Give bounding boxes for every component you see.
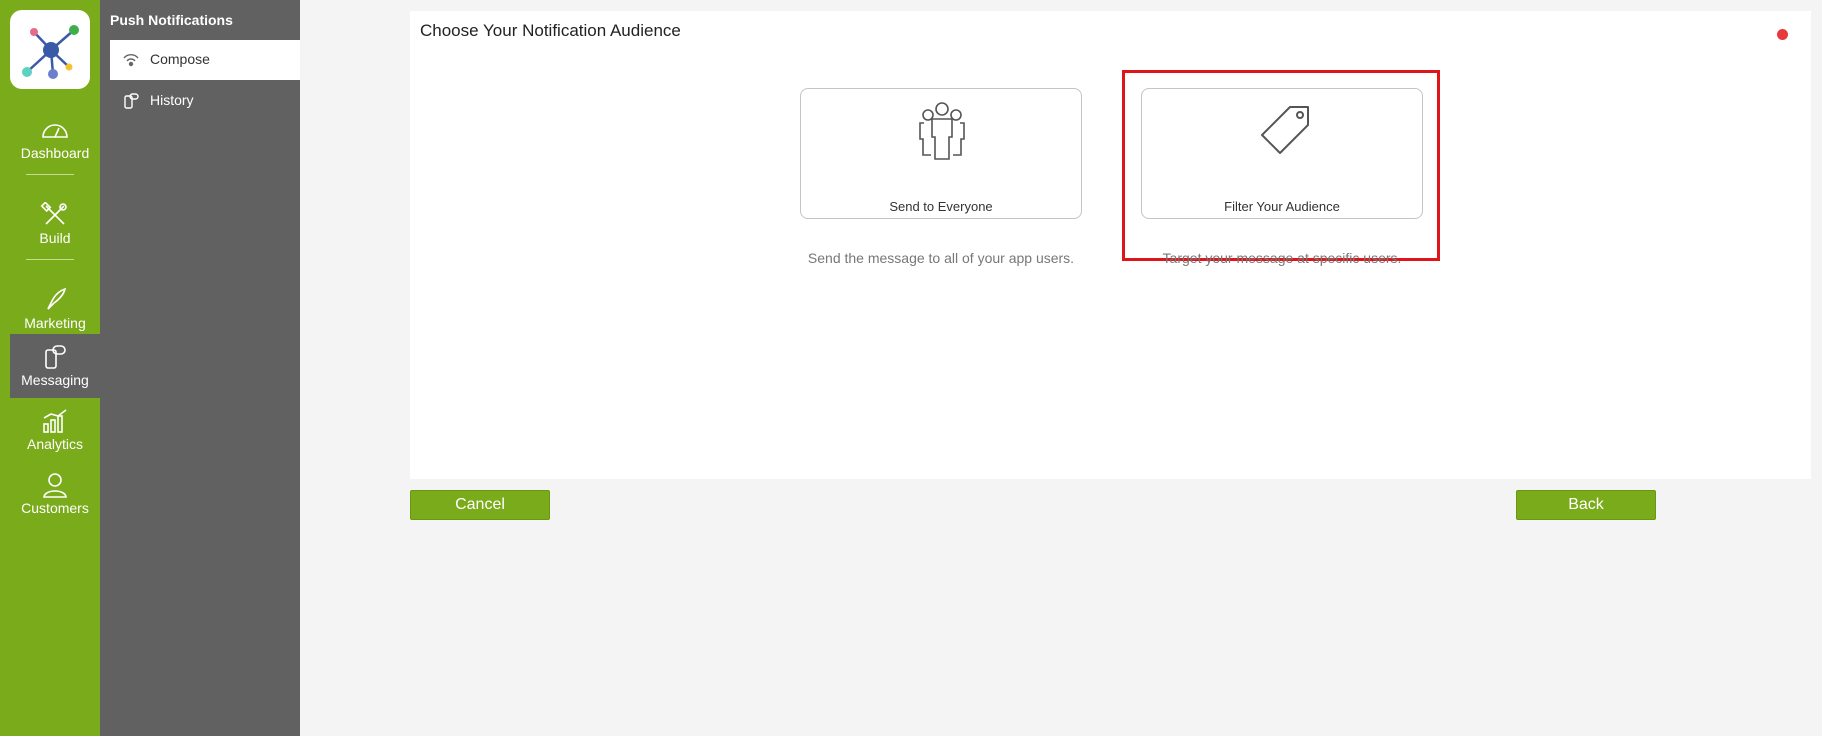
nav-divider bbox=[26, 259, 74, 260]
back-button[interactable]: Back bbox=[1516, 490, 1656, 520]
gauge-icon bbox=[42, 124, 68, 138]
nav-build[interactable]: Build bbox=[10, 192, 100, 256]
audience-panel: Choose Your Notification Audience Send t… bbox=[410, 11, 1811, 479]
nav-dashboard[interactable]: Dashboard bbox=[10, 107, 100, 171]
filter-audience-card[interactable]: Filter Your Audience bbox=[1141, 88, 1423, 219]
phone-chat-icon bbox=[45, 345, 66, 369]
nav-analytics[interactable]: Analytics bbox=[10, 398, 100, 462]
network-logo-icon bbox=[22, 25, 79, 79]
sidebar-title: Push Notifications bbox=[110, 12, 233, 28]
nav-customers[interactable]: Customers bbox=[10, 462, 100, 526]
primary-nav-rail: Dashboard Build Marketing Messaging Anal… bbox=[0, 0, 100, 736]
nav-label: Dashboard bbox=[20, 145, 90, 161]
option-description: Target your message at specific users. bbox=[1162, 250, 1402, 266]
app-logo[interactable] bbox=[10, 10, 90, 89]
tag-icon bbox=[1261, 106, 1309, 154]
nav-label: Messaging bbox=[21, 372, 89, 388]
option-filter-audience: Filter Your Audience Target your message… bbox=[1141, 88, 1423, 268]
option-send-everyone: Send to Everyone Send the message to all… bbox=[800, 88, 1082, 268]
secondary-sidebar: Push Notifications Compose History bbox=[100, 0, 300, 736]
sidebar-item-history[interactable]: History bbox=[110, 81, 300, 121]
nav-divider bbox=[26, 174, 74, 175]
sidebar-item-label: History bbox=[150, 92, 194, 108]
tools-icon bbox=[40, 202, 67, 225]
sidebar-item-compose[interactable]: Compose bbox=[110, 40, 300, 80]
nav-messaging[interactable]: Messaging bbox=[10, 334, 100, 398]
nav-label: Marketing bbox=[24, 315, 86, 331]
cancel-button[interactable]: Cancel bbox=[410, 490, 550, 520]
send-everyone-card[interactable]: Send to Everyone bbox=[800, 88, 1082, 219]
option-label: Send to Everyone bbox=[889, 199, 993, 214]
broadcast-icon bbox=[123, 54, 139, 67]
nav-marketing[interactable]: Marketing bbox=[10, 277, 100, 341]
rocket-icon bbox=[47, 287, 67, 310]
nav-label: Analytics bbox=[26, 436, 84, 452]
sidebar-item-label: Compose bbox=[150, 51, 210, 67]
phone-history-icon bbox=[124, 93, 139, 109]
bar-chart-icon bbox=[43, 409, 67, 433]
person-icon bbox=[43, 473, 67, 498]
status-indicator bbox=[1777, 29, 1788, 40]
option-description: Send the message to all of your app user… bbox=[807, 250, 1075, 266]
nav-label: Build bbox=[39, 230, 71, 246]
group-people-icon bbox=[919, 102, 965, 160]
option-label: Filter Your Audience bbox=[1224, 199, 1340, 214]
page-title: Choose Your Notification Audience bbox=[420, 21, 681, 40]
nav-label: Customers bbox=[21, 500, 89, 516]
